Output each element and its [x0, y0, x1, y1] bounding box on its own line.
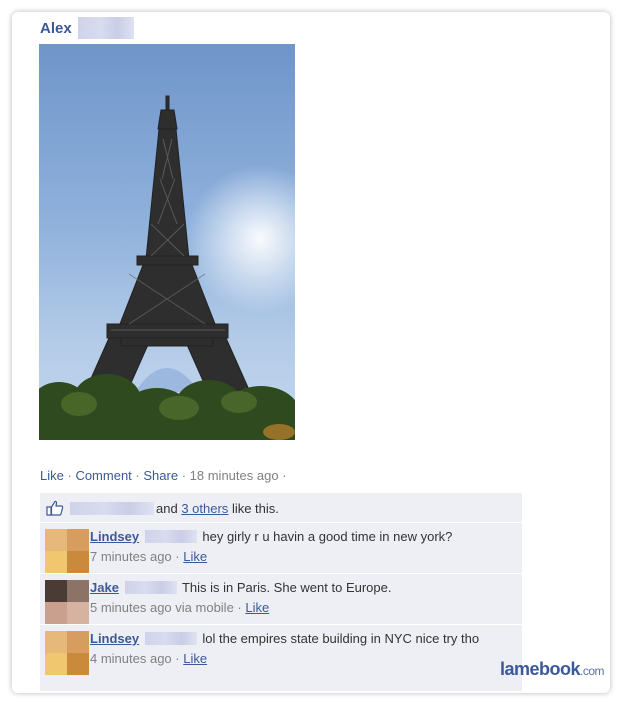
- comment-like-link[interactable]: Like: [245, 600, 269, 615]
- likes-suffix: like this.: [231, 501, 279, 516]
- commenter-name[interactable]: Lindsey: [90, 529, 139, 544]
- thumbs-up-icon: [46, 500, 64, 516]
- eiffel-tower-illustration: [39, 95, 295, 440]
- commenter-name[interactable]: Jake: [90, 580, 119, 595]
- lamebook-watermark: lamebook.com: [500, 659, 605, 680]
- watermark-brand: lamebook: [500, 659, 581, 679]
- comment-timestamp[interactable]: 7 minutes ago: [90, 549, 172, 564]
- separator-dot: ·: [181, 468, 190, 483]
- likes-and: and: [156, 501, 178, 516]
- watermark-tld: .com: [580, 664, 605, 678]
- comment-like-link[interactable]: Like: [183, 651, 207, 666]
- comment-body: Lindsey lol the empires state building i…: [90, 631, 516, 646]
- comment-item: Lindsey lol the empires state building i…: [40, 625, 522, 692]
- comment-link[interactable]: Comment: [75, 468, 131, 483]
- likes-row: and 3 others like this.: [40, 493, 522, 523]
- comment-item: Jake This is in Paris. She went to Europ…: [40, 574, 522, 625]
- likes-others-link[interactable]: 3 others: [181, 501, 228, 516]
- feedback-box: and 3 others like this. Lindsey hey girl…: [40, 493, 522, 692]
- separator-dot: ·: [282, 468, 287, 483]
- commenter-name-redaction: [144, 632, 197, 645]
- comment-meta: 5 minutes ago via mobile · Like: [90, 600, 270, 615]
- post-actions: Like · Comment · Share · 18 minutes ago …: [40, 468, 287, 483]
- comment-text: hey girly r u havin a good time in new y…: [202, 529, 453, 544]
- comment-meta: 4 minutes ago · Like: [90, 651, 208, 666]
- comment-timestamp[interactable]: 4 minutes ago: [90, 651, 172, 666]
- comment-timestamp[interactable]: 5 minutes ago via mobile: [90, 600, 234, 615]
- likes-summary: and 3 others like this.: [156, 501, 279, 516]
- comment-body: Jake This is in Paris. She went to Europ…: [90, 580, 516, 595]
- comment-item: Lindsey hey girly r u havin a good time …: [40, 523, 522, 574]
- post-timestamp[interactable]: 18 minutes ago: [190, 468, 279, 483]
- avatar[interactable]: [45, 631, 89, 675]
- author-name[interactable]: Alex: [40, 20, 72, 37]
- liker-name-redaction: [70, 502, 154, 515]
- like-link[interactable]: Like: [40, 468, 64, 483]
- comment-meta: 7 minutes ago · Like: [90, 549, 208, 564]
- commenter-name-redaction: [124, 581, 177, 594]
- post-card: Alex Like · Comment · Share · 18 minutes…: [12, 12, 610, 693]
- post-photo[interactable]: [39, 44, 295, 440]
- avatar[interactable]: [45, 580, 89, 624]
- comment-body: Lindsey hey girly r u havin a good time …: [90, 529, 516, 544]
- commenter-name[interactable]: Lindsey: [90, 631, 139, 646]
- comment-like-link[interactable]: Like: [183, 549, 207, 564]
- comment-text: This is in Paris. She went to Europe.: [181, 580, 392, 595]
- commenter-name-redaction: [144, 530, 197, 543]
- avatar[interactable]: [45, 529, 89, 573]
- share-link[interactable]: Share: [143, 468, 178, 483]
- comment-text: lol the empires state building in NYC ni…: [202, 631, 480, 646]
- author-name-redaction: [77, 17, 134, 39]
- post-author[interactable]: Alex: [40, 17, 134, 39]
